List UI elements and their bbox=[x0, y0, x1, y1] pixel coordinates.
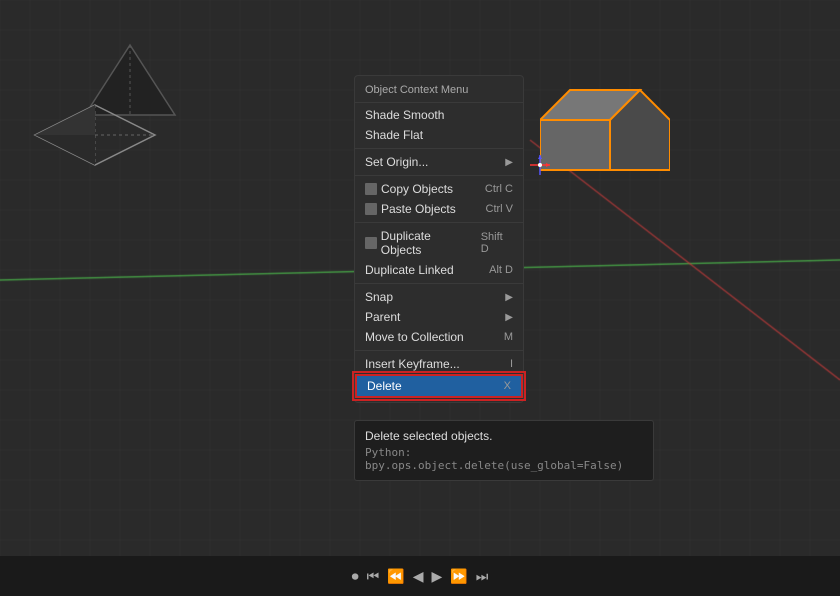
move-to-collection-shortcut: M bbox=[504, 331, 513, 343]
playback-step-forward[interactable]: ⏩ bbox=[450, 568, 467, 585]
separator-after-duplicate-linked bbox=[355, 283, 523, 284]
playback-record[interactable]: ⏺ bbox=[352, 568, 359, 585]
duplicate-linked-label: Duplicate Linked bbox=[365, 263, 454, 277]
diamond-object bbox=[30, 100, 160, 170]
tooltip-title: Delete selected objects. bbox=[365, 429, 643, 443]
copy-objects-icon bbox=[365, 183, 377, 195]
playback-jump-start[interactable]: ⏮ bbox=[367, 568, 380, 585]
delete-label: Delete bbox=[367, 379, 402, 393]
separator-after-set-origin bbox=[355, 175, 523, 176]
playback-jump-end[interactable]: ⏭ bbox=[476, 568, 489, 585]
playback-step-back[interactable]: ◀ bbox=[413, 568, 424, 585]
copy-objects-shortcut: Ctrl C bbox=[485, 183, 513, 195]
delete-shortcut: X bbox=[504, 380, 511, 392]
transform-gizmo bbox=[530, 155, 550, 175]
context-menu: Object Context Menu Shade Smooth Shade Fl… bbox=[354, 75, 524, 403]
snap-label: Snap bbox=[365, 290, 393, 304]
menu-item-delete[interactable]: Delete X bbox=[355, 374, 523, 398]
bottom-bar: ⏺ ⏮ ⏪ ◀ ▶ ⏩ ⏭ bbox=[0, 556, 840, 596]
shade-smooth-label: Shade Smooth bbox=[365, 108, 444, 122]
menu-item-parent[interactable]: Parent ▶ bbox=[355, 307, 523, 327]
menu-item-shade-flat[interactable]: Shade Flat bbox=[355, 125, 523, 145]
menu-item-duplicate-objects[interactable]: Duplicate Objects Shift D bbox=[355, 226, 523, 260]
set-origin-label: Set Origin... bbox=[365, 155, 428, 169]
copy-objects-label: Copy Objects bbox=[381, 182, 453, 196]
duplicate-linked-shortcut: Alt D bbox=[489, 264, 513, 276]
duplicate-objects-label: Duplicate Objects bbox=[381, 229, 473, 257]
separator-after-paste-objects bbox=[355, 222, 523, 223]
viewport: Object Context Menu Shade Smooth Shade Fl… bbox=[0, 0, 840, 556]
duplicate-objects-icon bbox=[365, 237, 377, 249]
separator-after-move-to-collection bbox=[355, 350, 523, 351]
move-to-collection-label: Move to Collection bbox=[365, 330, 464, 344]
menu-item-set-origin[interactable]: Set Origin... ▶ bbox=[355, 152, 523, 172]
menu-item-insert-keyframe[interactable]: Insert Keyframe... I bbox=[355, 354, 523, 374]
menu-item-paste-objects[interactable]: Paste Objects Ctrl V bbox=[355, 199, 523, 219]
paste-objects-shortcut: Ctrl V bbox=[486, 203, 514, 215]
parent-label: Parent bbox=[365, 310, 400, 324]
parent-arrow: ▶ bbox=[505, 312, 513, 323]
menu-item-snap[interactable]: Snap ▶ bbox=[355, 287, 523, 307]
insert-keyframe-shortcut: I bbox=[510, 358, 513, 370]
insert-keyframe-label: Insert Keyframe... bbox=[365, 357, 460, 371]
playback-rewind[interactable]: ⏪ bbox=[387, 568, 404, 585]
paste-objects-label: Paste Objects bbox=[381, 202, 456, 216]
playback-play[interactable]: ▶ bbox=[432, 568, 443, 585]
duplicate-objects-shortcut: Shift D bbox=[481, 231, 513, 255]
shade-flat-label: Shade Flat bbox=[365, 128, 423, 142]
menu-item-copy-objects[interactable]: Copy Objects Ctrl C bbox=[355, 179, 523, 199]
menu-item-shade-smooth[interactable]: Shade Smooth bbox=[355, 105, 523, 125]
tooltip-python: Python: bpy.ops.object.delete(use_global… bbox=[365, 446, 643, 472]
set-origin-arrow: ▶ bbox=[505, 157, 513, 168]
menu-item-move-to-collection[interactable]: Move to Collection M bbox=[355, 327, 523, 347]
snap-arrow: ▶ bbox=[505, 292, 513, 303]
paste-objects-icon bbox=[365, 203, 377, 215]
menu-item-duplicate-linked[interactable]: Duplicate Linked Alt D bbox=[355, 260, 523, 280]
context-menu-title: Object Context Menu bbox=[355, 80, 523, 103]
cube-object bbox=[540, 80, 670, 190]
separator-after-shade-flat bbox=[355, 148, 523, 149]
tooltip-box: Delete selected objects. Python: bpy.ops… bbox=[354, 420, 654, 481]
